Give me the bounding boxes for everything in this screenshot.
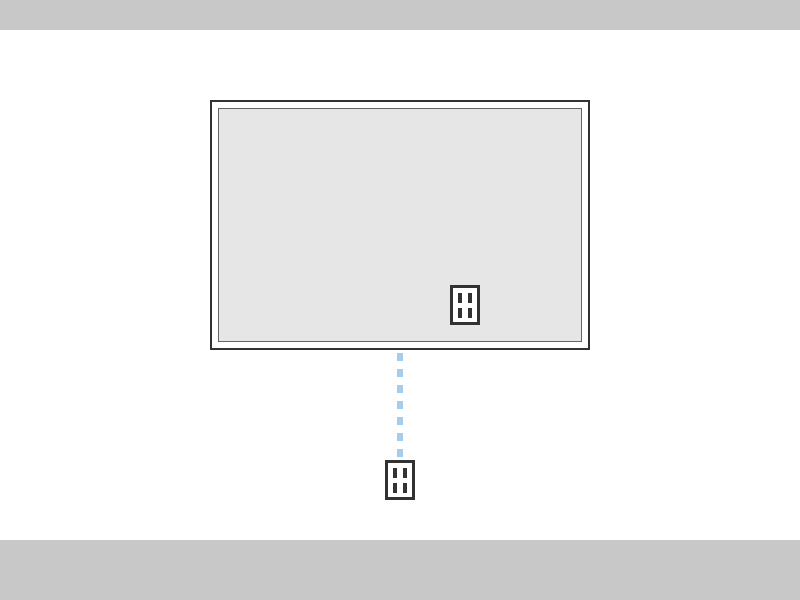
tv-screen [218,108,582,342]
outlet-behind-tv [450,285,480,325]
outlet-wall-low [385,460,415,500]
